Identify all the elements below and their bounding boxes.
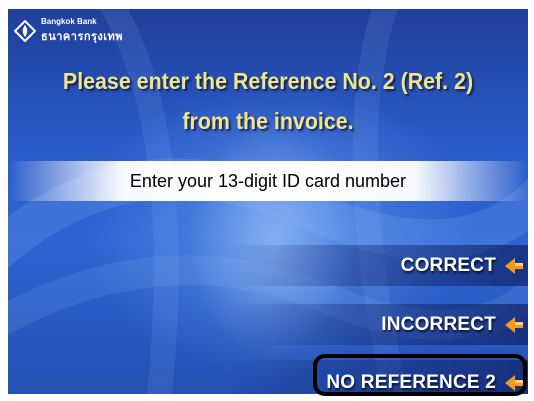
orange-arrow-icon (505, 374, 523, 391)
bank-name-th: ธนาคารกรุงเทพ (41, 31, 124, 43)
prompt-text: Please enter the Reference No. 2 (Ref. 2… (26, 61, 510, 141)
incorrect-button[interactable]: INCORRECT (228, 304, 528, 345)
prompt-line-1: Please enter the Reference No. 2 (Ref. 2… (62, 68, 474, 94)
input-instruction: Enter your 13-digit ID card number (129, 170, 407, 191)
input-display-bar: Enter your 13-digit ID card number (8, 161, 528, 201)
correct-button[interactable]: CORRECT (228, 245, 528, 286)
incorrect-label: INCORRECT (381, 313, 496, 335)
correct-label: CORRECT (400, 254, 496, 276)
bank-name-en: Bangkok Bank (41, 17, 97, 26)
orange-arrow-icon (505, 257, 523, 274)
no-reference-2-label: NO REFERENCE 2 (326, 371, 496, 393)
atm-screen: Bangkok Bank ธนาคารกรุงเทพ Please enter … (8, 9, 528, 394)
bangkok-bank-lotus-icon (14, 20, 36, 42)
prompt-line-2: from the invoice. (182, 108, 354, 134)
bank-logo: Bangkok Bank ธนาคารกรุงเทพ (14, 17, 123, 45)
orange-arrow-icon (505, 316, 523, 333)
no-reference-2-button[interactable]: NO REFERENCE 2 (228, 360, 528, 394)
